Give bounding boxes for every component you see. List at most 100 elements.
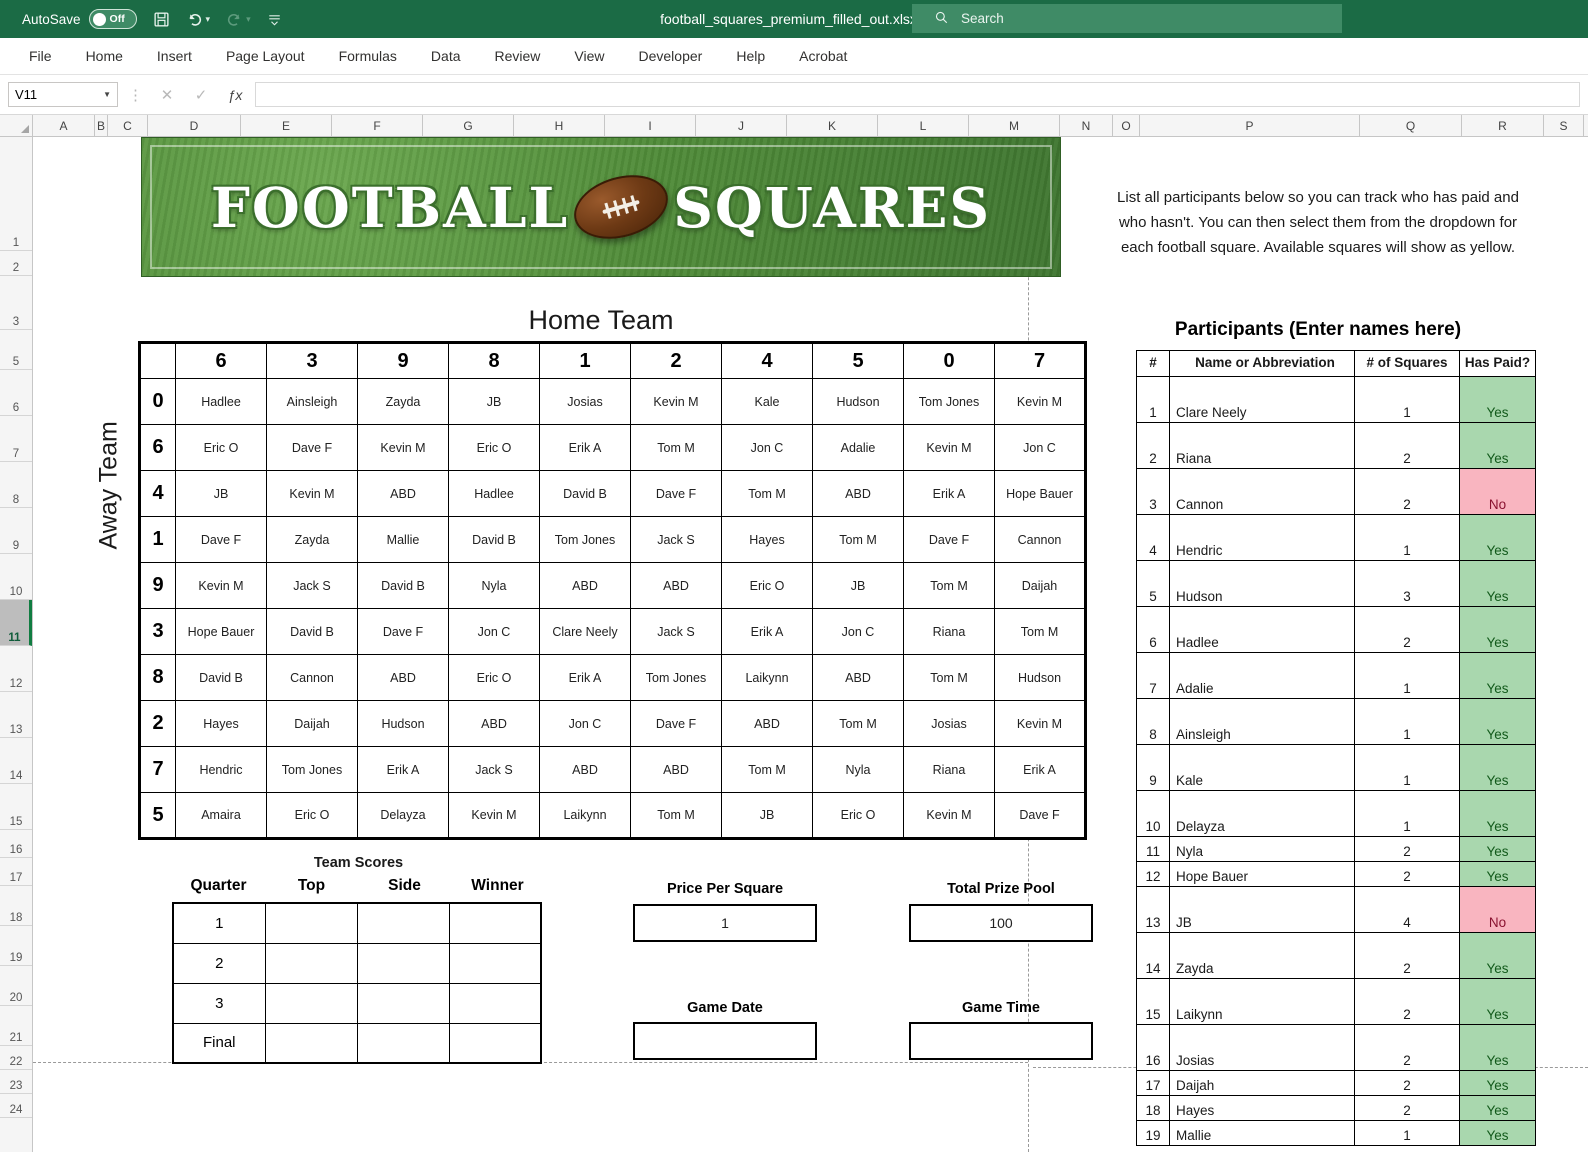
square-cell-r1-c9[interactable]: Jon C <box>994 424 1086 471</box>
participant-paid-8[interactable]: Yes <box>1459 698 1536 745</box>
fx-icon[interactable]: ƒx <box>221 87 249 103</box>
square-cell-r4-c4[interactable]: ABD <box>539 562 631 609</box>
square-cell-r6-c0[interactable]: David B <box>175 654 267 701</box>
away-digit-5[interactable]: 3 <box>139 608 176 655</box>
away-digit-0[interactable]: 0 <box>139 378 176 425</box>
square-cell-r4-c2[interactable]: David B <box>357 562 449 609</box>
square-cell-r5-c7[interactable]: Jon C <box>812 608 904 655</box>
square-cell-r4-c5[interactable]: ABD <box>630 562 722 609</box>
square-cell-r1-c5[interactable]: Tom M <box>630 424 722 471</box>
square-cell-r1-c7[interactable]: Adalie <box>812 424 904 471</box>
column-header-b[interactable]: B <box>95 115 108 136</box>
square-cell-r9-c3[interactable]: Kevin M <box>448 792 540 839</box>
row-header-5[interactable]: 5 <box>0 330 32 370</box>
square-cell-r8-c8[interactable]: Riana <box>903 746 995 793</box>
column-header-a[interactable]: A <box>33 115 95 136</box>
participant-paid-17[interactable]: Yes <box>1459 1070 1536 1096</box>
square-cell-r0-c2[interactable]: Zayda <box>357 378 449 425</box>
square-cell-r1-c4[interactable]: Erik A <box>539 424 631 471</box>
participant-paid-10[interactable]: Yes <box>1459 790 1536 837</box>
participant-name-13[interactable]: JB <box>1169 886 1355 933</box>
row-header-3[interactable]: 3 <box>0 276 32 330</box>
price-per-square-input[interactable]: 1 <box>633 904 817 942</box>
square-cell-r7-c0[interactable]: Hayes <box>175 700 267 747</box>
square-cell-r1-c8[interactable]: Kevin M <box>903 424 995 471</box>
square-cell-r8-c4[interactable]: ABD <box>539 746 631 793</box>
square-cell-r7-c3[interactable]: ABD <box>448 700 540 747</box>
tab-home[interactable]: Home <box>69 42 140 70</box>
participant-name-8[interactable]: Ainsleigh <box>1169 698 1355 745</box>
away-digit-8[interactable]: 7 <box>139 746 176 793</box>
square-cell-r9-c4[interactable]: Laikynn <box>539 792 631 839</box>
square-cell-r6-c9[interactable]: Hudson <box>994 654 1086 701</box>
square-cell-r3-c5[interactable]: Jack S <box>630 516 722 563</box>
home-digit-1[interactable]: 3 <box>266 342 358 379</box>
squares-grid[interactable]: 6 3 9 8 1 2 4 5 0 7 0 Hadlee Ainsleigh Zayda JB Josias K… <box>138 341 1087 840</box>
game-time-input[interactable] <box>909 1022 1093 1060</box>
away-digit-2[interactable]: 4 <box>139 470 176 517</box>
square-cell-r7-c6[interactable]: ABD <box>721 700 813 747</box>
square-cell-r4-c9[interactable]: Daijah <box>994 562 1086 609</box>
team-scores-table[interactable]: 1 2 3 Final <box>172 902 542 1064</box>
column-header-s[interactable]: S <box>1544 115 1584 136</box>
team-scores-side-0[interactable] <box>356 902 450 944</box>
participant-paid-19[interactable]: Yes <box>1459 1120 1536 1146</box>
square-cell-r5-c3[interactable]: Jon C <box>448 608 540 655</box>
square-cell-r0-c9[interactable]: Kevin M <box>994 378 1086 425</box>
participant-paid-11[interactable]: Yes <box>1459 836 1536 862</box>
column-header-m[interactable]: M <box>969 115 1060 136</box>
row-header-6[interactable]: 6 <box>0 370 32 416</box>
square-cell-r5-c2[interactable]: Dave F <box>357 608 449 655</box>
team-scores-side-3[interactable] <box>356 1022 450 1064</box>
home-digit-0[interactable]: 6 <box>175 342 267 379</box>
home-digit-3[interactable]: 8 <box>448 342 540 379</box>
square-cell-r4-c8[interactable]: Tom M <box>903 562 995 609</box>
team-scores-side-2[interactable] <box>356 982 450 1024</box>
square-cell-r8-c0[interactable]: Hendric <box>175 746 267 793</box>
participant-paid-1[interactable]: Yes <box>1459 376 1536 423</box>
square-cell-r8-c3[interactable]: Jack S <box>448 746 540 793</box>
row-header-14[interactable]: 14 <box>0 738 32 784</box>
participant-paid-7[interactable]: Yes <box>1459 652 1536 699</box>
square-cell-r8-c9[interactable]: Erik A <box>994 746 1086 793</box>
square-cell-r4-c0[interactable]: Kevin M <box>175 562 267 609</box>
row-header-22[interactable]: 22 <box>0 1046 32 1070</box>
participant-paid-13[interactable]: No <box>1459 886 1536 933</box>
column-header-f[interactable]: F <box>332 115 423 136</box>
square-cell-r6-c5[interactable]: Tom Jones <box>630 654 722 701</box>
participants-table[interactable]: # Name or Abbreviation # of Squares Has Pai… <box>1136 350 1536 1146</box>
square-cell-r0-c3[interactable]: JB <box>448 378 540 425</box>
confirm-icon[interactable]: ✓ <box>187 86 215 104</box>
tab-help[interactable]: Help <box>719 42 782 70</box>
square-cell-r5-c8[interactable]: Riana <box>903 608 995 655</box>
square-cell-r2-c3[interactable]: Hadlee <box>448 470 540 517</box>
home-digit-8[interactable]: 0 <box>903 342 995 379</box>
square-cell-r6-c4[interactable]: Erik A <box>539 654 631 701</box>
autosave-toggle[interactable]: Off <box>88 9 137 29</box>
tab-page-layout[interactable]: Page Layout <box>209 42 322 70</box>
participant-name-12[interactable]: Hope Bauer <box>1169 861 1355 887</box>
column-header-h[interactable]: H <box>514 115 605 136</box>
tab-view[interactable]: View <box>557 42 621 70</box>
square-cell-r5-c5[interactable]: Jack S <box>630 608 722 655</box>
team-scores-top-2[interactable] <box>264 982 358 1024</box>
square-cell-r5-c1[interactable]: David B <box>266 608 358 655</box>
participant-name-3[interactable]: Cannon <box>1169 468 1355 515</box>
square-cell-r2-c8[interactable]: Erik A <box>903 470 995 517</box>
square-cell-r7-c7[interactable]: Tom M <box>812 700 904 747</box>
participant-name-19[interactable]: Mallie <box>1169 1120 1355 1146</box>
square-cell-r9-c2[interactable]: Delayza <box>357 792 449 839</box>
square-cell-r4-c1[interactable]: Jack S <box>266 562 358 609</box>
column-header-c[interactable]: C <box>108 115 148 136</box>
row-header-10[interactable]: 10 <box>0 554 32 600</box>
autosave-control[interactable]: AutoSave Off <box>22 9 137 29</box>
row-header-19[interactable]: 19 <box>0 926 32 966</box>
square-cell-r0-c1[interactable]: Ainsleigh <box>266 378 358 425</box>
square-cell-r1-c3[interactable]: Eric O <box>448 424 540 471</box>
column-header-e[interactable]: E <box>241 115 332 136</box>
square-cell-r9-c1[interactable]: Eric O <box>266 792 358 839</box>
column-header-p[interactable]: P <box>1140 115 1360 136</box>
square-cell-r0-c0[interactable]: Hadlee <box>175 378 267 425</box>
square-cell-r3-c4[interactable]: Tom Jones <box>539 516 631 563</box>
participant-paid-15[interactable]: Yes <box>1459 978 1536 1025</box>
